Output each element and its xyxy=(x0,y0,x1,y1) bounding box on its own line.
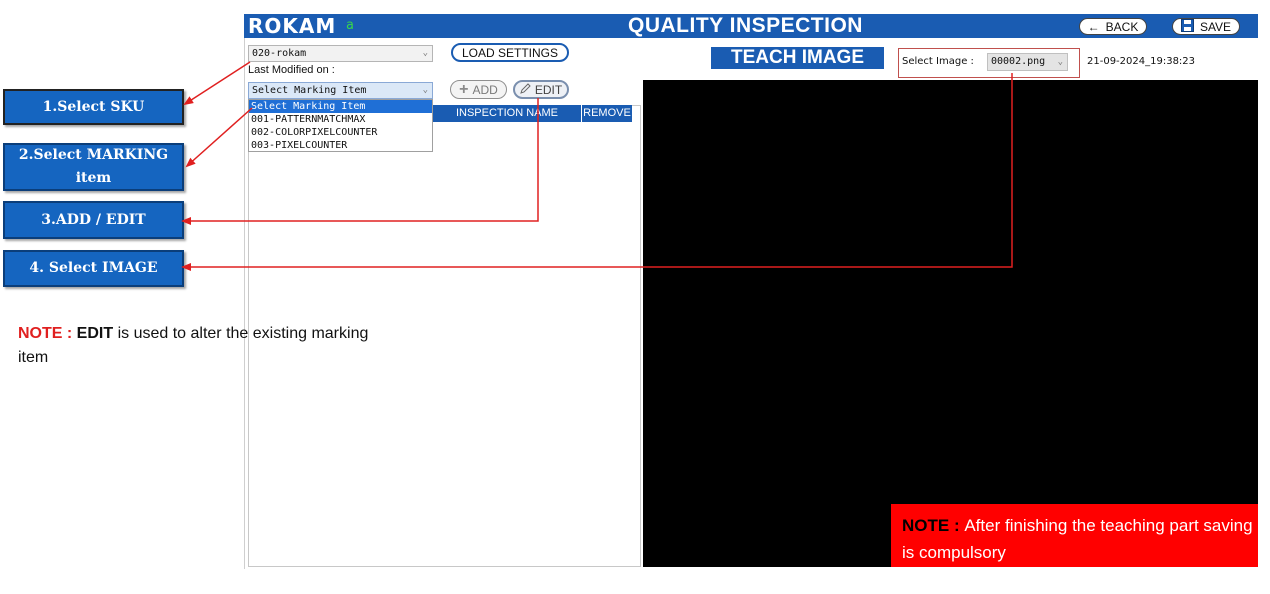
arrow-left-icon: ← xyxy=(1087,19,1100,34)
dropdown-option[interactable]: 003-PIXELCOUNTER xyxy=(249,139,432,152)
marking-item-select[interactable]: Select Marking Item ⌄ xyxy=(248,82,433,99)
chevron-down-icon: ⌄ xyxy=(422,48,428,58)
image-canvas[interactable] xyxy=(643,80,1258,567)
brand-logo: ROKAM xyxy=(248,14,337,38)
dropdown-option[interactable]: 002-COLORPIXELCOUNTER xyxy=(249,126,432,139)
dropdown-option[interactable]: 001-PATTERNMATCHMAX xyxy=(249,113,432,126)
edit-button-label: EDIT xyxy=(534,82,563,97)
save-button[interactable]: SAVE xyxy=(1172,18,1240,35)
plus-icon: + xyxy=(459,80,469,98)
arrow-step-2 xyxy=(185,107,253,168)
app-title: QUALITY INSPECTION xyxy=(628,14,863,37)
timestamp: 21-09-2024_19:38:23 xyxy=(1087,56,1196,67)
marking-item-select-value: Select Marking Item xyxy=(252,85,367,96)
pencil-icon xyxy=(520,82,531,97)
chevron-down-icon: ⌄ xyxy=(1057,57,1063,67)
add-button-label: ADD xyxy=(472,82,498,97)
save-note: NOTE : After finishing the teaching part… xyxy=(891,504,1258,567)
step-1-callout: 1.Select SKU xyxy=(3,89,184,125)
add-button[interactable]: + ADD xyxy=(450,80,507,99)
note-prefix: NOTE : xyxy=(18,325,77,342)
note-prefix: NOTE : xyxy=(902,516,965,535)
arrow-step-1 xyxy=(183,61,251,106)
select-image-label: Select Image : xyxy=(902,56,974,67)
last-modified-label: Last Modified on : xyxy=(248,64,335,76)
edit-button[interactable]: EDIT xyxy=(513,80,569,99)
edit-note: NOTE : EDIT is used to alter the existin… xyxy=(18,322,378,370)
image-select[interactable]: 00002.png ⌄ xyxy=(987,53,1068,71)
back-button-label: BACK xyxy=(1105,19,1139,34)
note-edit-keyword: EDIT xyxy=(76,325,114,342)
step-4-callout: 4. Select IMAGE xyxy=(3,250,184,287)
dropdown-option[interactable]: Select Marking Item xyxy=(249,100,432,113)
column-header-inspection-name: INSPECTION NAME xyxy=(433,105,581,122)
floppy-disk-icon xyxy=(1180,18,1194,35)
sku-select-value: 020-rokam xyxy=(252,48,307,59)
marking-item-dropdown: Select Marking Item 001-PATTERNMATCHMAX … xyxy=(248,99,433,152)
column-header-remove: REMOVE xyxy=(581,105,632,122)
image-select-value: 00002.png xyxy=(991,56,1046,67)
step-3-callout: 3.ADD / EDIT xyxy=(3,201,184,239)
load-settings-button[interactable]: LOAD SETTINGS xyxy=(451,43,569,62)
chevron-down-icon: ⌄ xyxy=(422,85,428,95)
teach-image-title: TEACH IMAGE xyxy=(711,47,884,69)
step-2-callout: 2.Select MARKING item xyxy=(3,143,184,191)
save-button-label: SAVE xyxy=(1199,19,1232,34)
sku-select[interactable]: 020-rokam ⌄ xyxy=(248,45,433,62)
brand-indicator: a xyxy=(346,18,354,33)
back-button[interactable]: ← BACK xyxy=(1079,18,1147,35)
